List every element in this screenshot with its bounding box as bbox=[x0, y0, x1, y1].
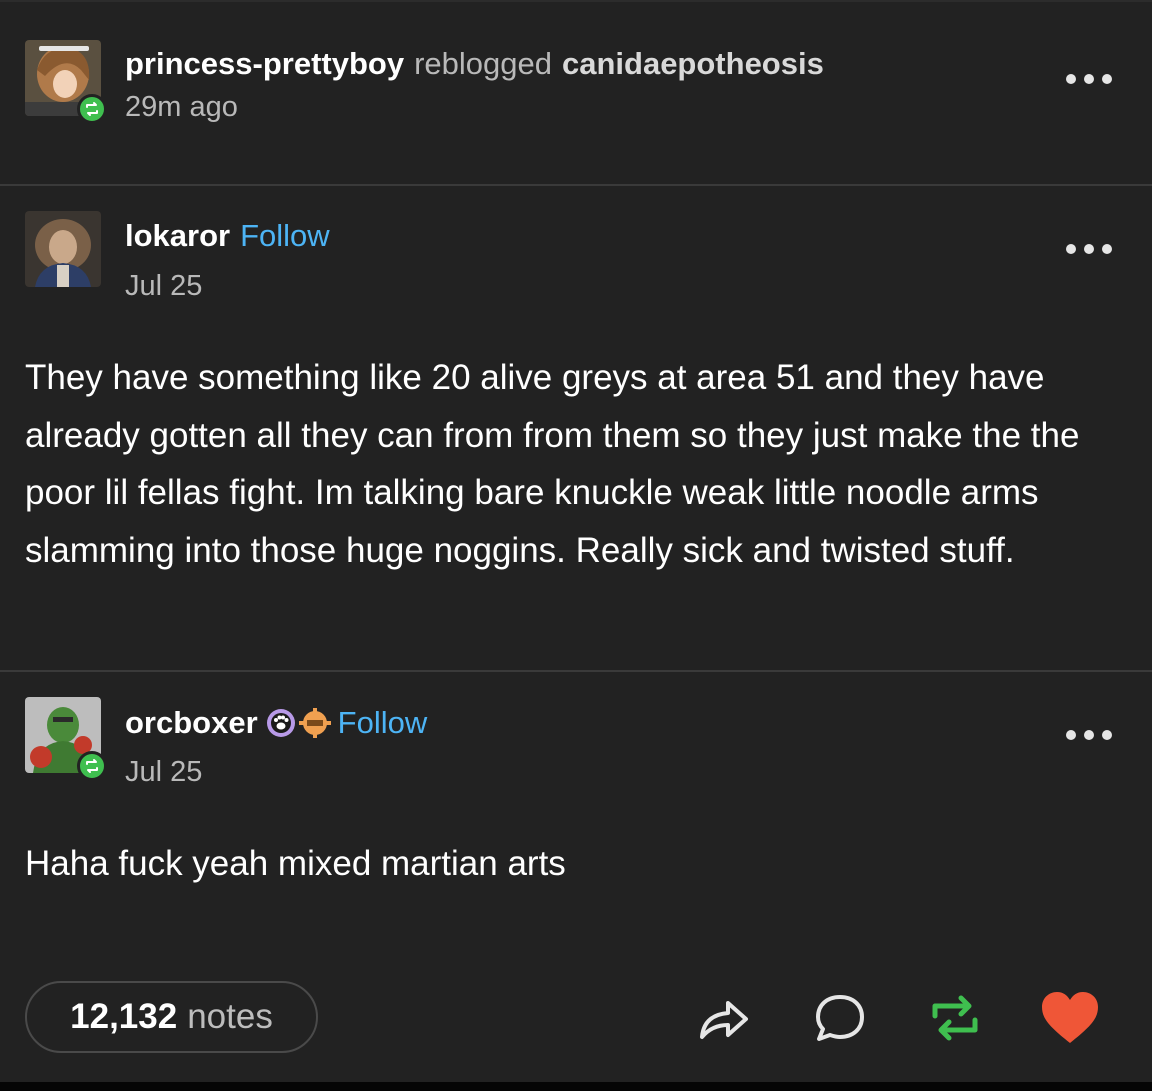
notes-count: 12,132 bbox=[70, 997, 178, 1036]
post2-follow-button[interactable]: Follow bbox=[338, 705, 428, 741]
reblogger-username[interactable]: princess-prettyboy bbox=[125, 46, 404, 82]
notes-label: notes bbox=[187, 997, 273, 1036]
reblog-badge-icon bbox=[77, 94, 107, 124]
post2-date: Jul 25 bbox=[125, 756, 203, 788]
reblog-badge-icon bbox=[77, 751, 107, 781]
source-username[interactable]: canidaepotheosis bbox=[562, 46, 824, 82]
paw-badge-icon bbox=[266, 708, 296, 738]
notes-button[interactable]: 12,132 notes bbox=[25, 981, 318, 1053]
post1-body: They have something like 20 alive greys … bbox=[25, 358, 1080, 570]
post-card: princess-prettyboy reblogged canidaepoth… bbox=[0, 0, 1152, 1082]
like-heart-icon[interactable] bbox=[1040, 988, 1100, 1048]
bottom-strip bbox=[0, 1082, 1152, 1091]
reply-icon[interactable] bbox=[810, 988, 870, 1048]
post1-follow-button[interactable]: Follow bbox=[240, 218, 330, 254]
post1-date: Jul 25 bbox=[125, 270, 203, 302]
lokaror-avatar[interactable] bbox=[25, 211, 101, 287]
post1-author-line: lokaror Follow bbox=[125, 218, 330, 254]
reblog-line: princess-prettyboy reblogged canidaepoth… bbox=[125, 46, 824, 82]
divider bbox=[0, 184, 1152, 186]
options-icon[interactable] bbox=[1066, 244, 1112, 254]
post1-username[interactable]: lokaror bbox=[125, 218, 230, 254]
options-icon[interactable] bbox=[1066, 730, 1112, 740]
post2-body: Haha fuck yeah mixed martian arts bbox=[25, 844, 566, 883]
reblogged-text: reblogged bbox=[414, 46, 552, 81]
post2-username[interactable]: orcboxer bbox=[125, 705, 258, 741]
options-icon[interactable] bbox=[1066, 74, 1112, 84]
share-icon[interactable] bbox=[694, 988, 754, 1048]
reblog-icon[interactable] bbox=[925, 988, 985, 1048]
gear-badge-icon bbox=[298, 708, 331, 738]
reblog-time: 29m ago bbox=[125, 91, 238, 123]
post2-author-line: orcboxer Follow bbox=[125, 704, 427, 742]
divider bbox=[0, 670, 1152, 672]
